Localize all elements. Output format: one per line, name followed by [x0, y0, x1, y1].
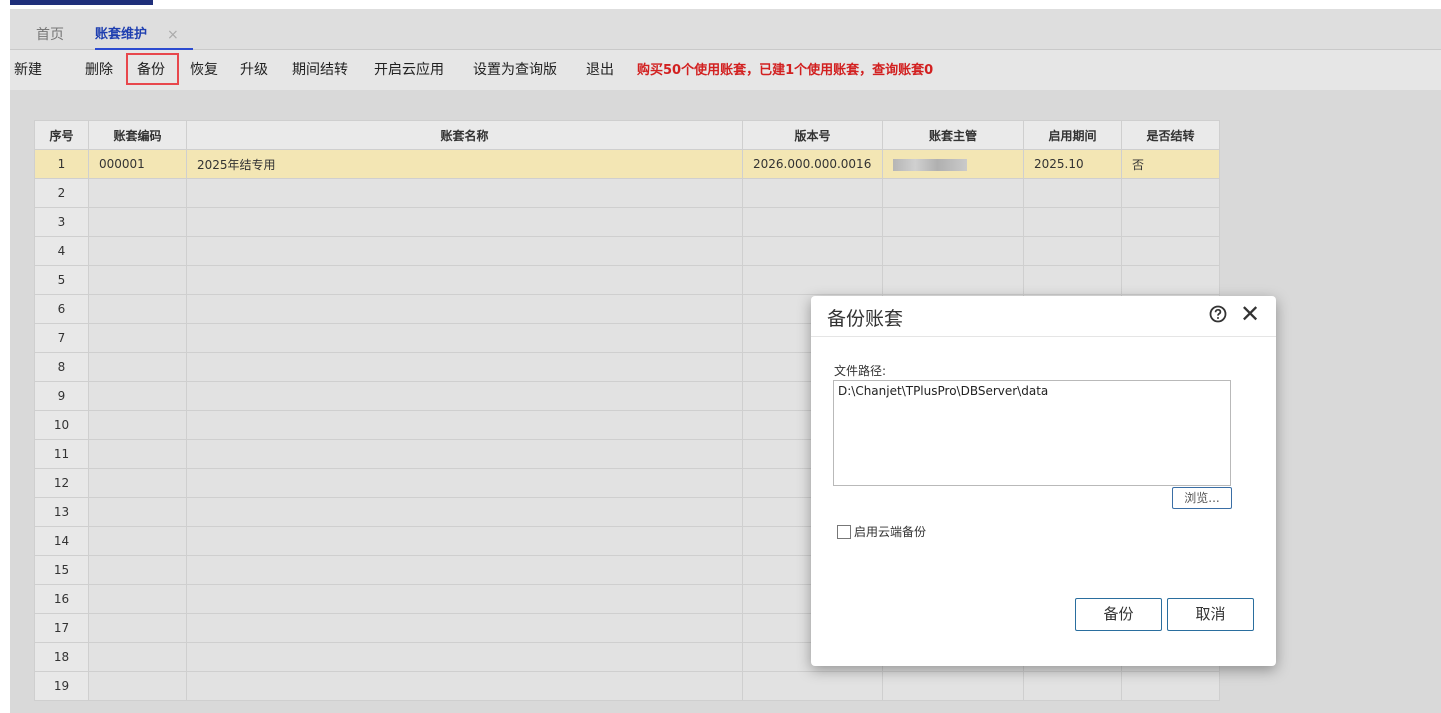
table-row[interactable]: 5 [34, 265, 1220, 295]
backup-dialog: 备份账套 ✕ 文件路径: D:\Chanjet\TPlusPro\DBServe… [811, 296, 1276, 666]
table-row[interactable]: 1 000001 2025年结专用 2026.000.000.0016 2025… [34, 149, 1220, 179]
row-number: 18 [34, 642, 89, 672]
closed-cell: 否 [1121, 149, 1220, 179]
cloud-backup-label[interactable]: 启用云端备份 [854, 523, 926, 540]
upgrade-button[interactable]: 升级 [240, 60, 268, 80]
exit-button[interactable]: 退出 [586, 60, 614, 80]
row-number: 16 [34, 584, 89, 614]
redacted-manager-name [893, 158, 967, 171]
file-path-input[interactable]: D:\Chanjet\TPlusPro\DBServer\data [833, 380, 1231, 486]
help-icon[interactable] [1209, 305, 1227, 323]
set-query-version-button[interactable]: 设置为查询版 [473, 60, 557, 80]
row-number: 17 [34, 613, 89, 643]
period-close-button[interactable]: 期间结转 [292, 60, 348, 80]
account-code-cell: 000001 [88, 149, 187, 179]
table-row[interactable]: 4 [34, 236, 1220, 266]
new-button[interactable]: 新建 [14, 60, 42, 80]
browse-button[interactable]: 浏览... [1172, 487, 1232, 509]
account-name-cell: 2025年结专用 [186, 149, 743, 179]
row-number: 19 [34, 671, 89, 701]
header-version[interactable]: 版本号 [742, 120, 883, 150]
cancel-button[interactable]: 取消 [1167, 598, 1254, 631]
tab-home[interactable]: 首页 [36, 24, 64, 48]
row-number: 12 [34, 468, 89, 498]
table-row[interactable]: 2 [34, 178, 1220, 208]
tab-close-icon[interactable]: × [167, 24, 179, 46]
row-number: 3 [34, 207, 89, 237]
header-no[interactable]: 序号 [34, 120, 89, 150]
header-name[interactable]: 账套名称 [186, 120, 743, 150]
row-number: 14 [34, 526, 89, 556]
backup-button[interactable]: 备份 [137, 60, 165, 80]
tab-bar: 首页 账套维护 × [10, 9, 1441, 50]
period-cell: 2025.10 [1023, 149, 1122, 179]
header-manager[interactable]: 账套主管 [882, 120, 1024, 150]
enable-cloud-button[interactable]: 开启云应用 [374, 60, 444, 80]
row-number: 11 [34, 439, 89, 469]
header-code[interactable]: 账套编码 [88, 120, 187, 150]
restore-button[interactable]: 恢复 [190, 60, 218, 80]
top-strip [0, 0, 1441, 9]
table-row[interactable]: 19 [34, 671, 1220, 701]
row-number: 7 [34, 323, 89, 353]
row-number: 15 [34, 555, 89, 585]
row-number: 9 [34, 381, 89, 411]
row-number: 4 [34, 236, 89, 266]
row-number: 2 [34, 178, 89, 208]
row-number: 6 [34, 294, 89, 324]
table-header-row: 序号 账套编码 账套名称 版本号 账套主管 启用期间 是否结转 [34, 120, 1220, 150]
row-number: 5 [34, 265, 89, 295]
top-accent-bar [10, 0, 153, 5]
header-closed[interactable]: 是否结转 [1121, 120, 1220, 150]
row-number: 1 [34, 149, 89, 179]
version-cell: 2026.000.000.0016 [742, 149, 883, 179]
backup-confirm-button[interactable]: 备份 [1075, 598, 1162, 631]
cloud-backup-checkbox[interactable] [837, 525, 851, 539]
row-number: 10 [34, 410, 89, 440]
account-quota-notice: 购买50个使用账套，已建1个使用账套，查询账套0 [637, 63, 934, 78]
toolbar: 新建 删除 备份 恢复 升级 期间结转 开启云应用 设置为查询版 退出 购买50… [10, 50, 1441, 90]
tab-account-maintenance-label: 账套维护 [95, 27, 148, 42]
table-row[interactable]: 3 [34, 207, 1220, 237]
header-period[interactable]: 启用期间 [1023, 120, 1122, 150]
close-icon[interactable]: ✕ [1240, 300, 1260, 328]
delete-button[interactable]: 删除 [85, 60, 113, 80]
row-number: 8 [34, 352, 89, 382]
manager-cell [882, 149, 1024, 179]
dialog-divider [811, 336, 1276, 337]
file-path-label: 文件路径: [834, 364, 887, 378]
tab-account-maintenance[interactable]: 账套维护 × [95, 24, 193, 50]
dialog-title: 备份账套 [827, 308, 904, 330]
row-number: 13 [34, 497, 89, 527]
